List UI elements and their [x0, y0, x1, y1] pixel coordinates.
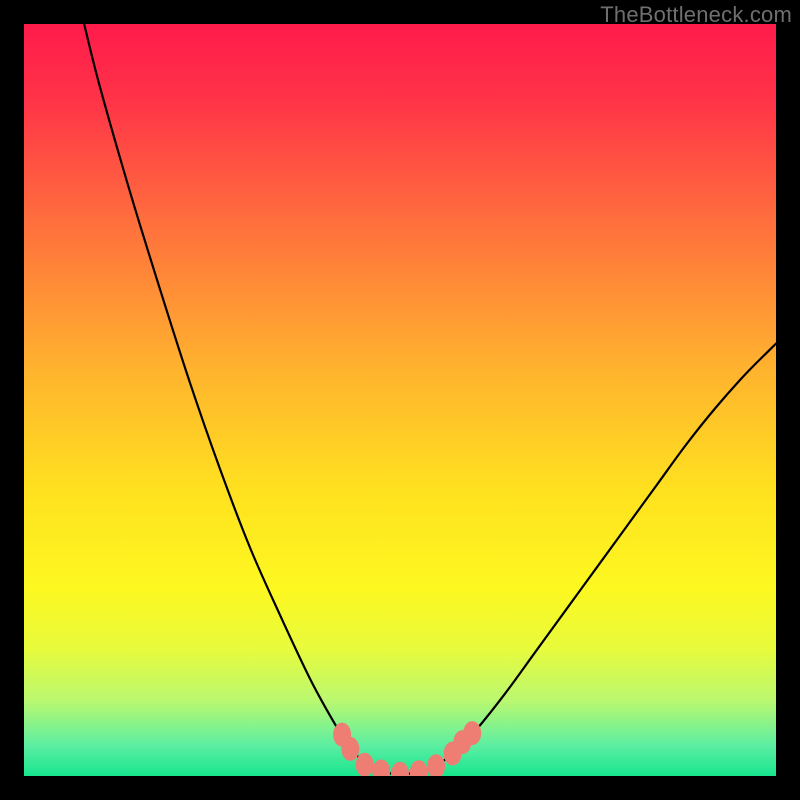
gradient-background — [24, 24, 776, 776]
data-marker — [356, 753, 374, 776]
chart-plot-area — [24, 24, 776, 776]
chart-frame: TheBottleneck.com — [0, 0, 800, 800]
data-marker — [341, 737, 359, 761]
bottleneck-chart — [24, 24, 776, 776]
data-marker — [463, 721, 481, 745]
